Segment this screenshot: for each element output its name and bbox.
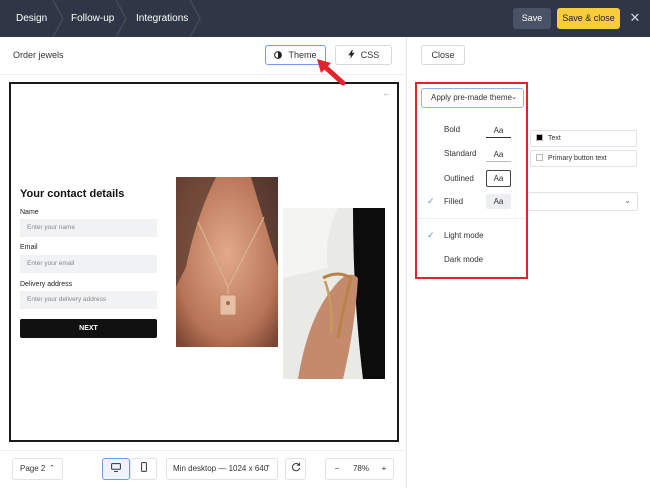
tab-separator (189, 0, 201, 37)
tab-follow-up[interactable]: Follow-up (71, 0, 114, 37)
email-label: Email (20, 244, 38, 251)
tab-separator (115, 0, 127, 37)
tab-design[interactable]: Design (16, 0, 47, 37)
page-selector[interactable]: Page 2 ⌃ (12, 458, 63, 480)
email-input[interactable]: Enter your email (20, 255, 157, 273)
tab-separator (52, 0, 64, 37)
theme-dropdown-menu: Apply pre-made theme ⌄ Bold Aa Standard … (415, 82, 528, 279)
theme-style-label: Standard (444, 149, 477, 158)
zoom-out-button[interactable]: − (331, 459, 343, 479)
canvas-size-selector[interactable]: Min desktop — 1024 x 640 ⌃ (166, 458, 278, 480)
bracelet-photo (283, 208, 385, 379)
divider (0, 450, 406, 451)
rotate-button[interactable] (285, 458, 306, 480)
theme-style-label: Bold (444, 125, 461, 134)
checkmark-icon: ✓ (427, 196, 435, 206)
theme-style-outlined[interactable]: Outlined Aa (417, 169, 526, 189)
css-button-label: CSS (360, 50, 380, 60)
theme-style-label: Outlined (444, 174, 474, 183)
save-and-close-button[interactable]: Save & close (557, 8, 620, 29)
dark-mode-option[interactable]: Dark mode (417, 250, 526, 270)
form-title: Your contact details (20, 188, 125, 200)
contrast-icon (274, 46, 283, 64)
form-preview-canvas: ← Your contact details Name Enter your n… (9, 82, 399, 442)
text-color-swatch (536, 134, 543, 141)
chevron-up-icon: ⌃ (49, 465, 55, 472)
rotate-icon (291, 462, 301, 473)
text-color-field[interactable]: Text (530, 130, 637, 147)
font-select[interactable]: ⌄ (526, 192, 638, 211)
divider (417, 218, 526, 219)
panel-divider (406, 37, 407, 488)
name-input[interactable]: Enter your name (20, 219, 157, 237)
necklace-photo (176, 177, 278, 347)
text-color-label: Text (548, 135, 561, 142)
theme-style-label: Filled (444, 197, 464, 206)
chevron-down-icon: ⌄ (624, 196, 631, 205)
theme-style-standard[interactable]: Standard Aa (417, 144, 526, 164)
zoom-level: 78% (352, 464, 369, 473)
page-selector-label: Page 2 (20, 464, 46, 473)
primary-button-text-color-field[interactable]: Primary button text (530, 150, 637, 167)
style-preview: Aa (486, 194, 511, 209)
close-panel-button[interactable]: Close (421, 45, 465, 65)
checkmark-icon: ✓ (427, 230, 435, 240)
zoom-in-button[interactable]: + (378, 459, 390, 479)
zoom-control: − 78% + (325, 458, 394, 480)
mobile-icon (140, 462, 147, 473)
annotation-arrow-icon (313, 57, 349, 89)
desktop-icon (111, 463, 121, 473)
canvas-size-label: Min desktop — 1024 x 640 (173, 464, 269, 473)
name-label: Name (20, 209, 39, 216)
light-mode-option[interactable]: ✓ Light mode (417, 226, 526, 246)
primary-button-text-swatch (536, 154, 543, 161)
back-arrow-icon[interactable]: ← (382, 88, 391, 98)
desktop-view-button[interactable] (102, 458, 130, 480)
style-preview: Aa (486, 123, 511, 138)
close-icon[interactable]: ✕ (628, 10, 642, 26)
mode-label: Dark mode (444, 255, 484, 264)
mobile-view-button[interactable] (130, 458, 157, 480)
style-preview: Aa (486, 170, 511, 187)
chevron-up-icon: ⌃ (265, 465, 271, 472)
apply-premade-theme-label: Apply pre-made theme (431, 93, 512, 102)
top-navigation-bar: Design Follow-up Integrations Save Save … (0, 0, 650, 37)
primary-button-text-label: Primary button text (548, 155, 607, 162)
document-title: Order jewels (13, 50, 64, 60)
save-button[interactable]: Save (513, 8, 551, 29)
style-preview: Aa (486, 147, 511, 162)
theme-style-filled[interactable]: ✓ Filled Aa (417, 192, 526, 212)
theme-style-bold[interactable]: Bold Aa (417, 120, 526, 140)
delivery-address-input[interactable]: Enter your delivery address (20, 291, 157, 309)
delivery-address-label: Delivery address (20, 281, 73, 288)
chevron-down-icon: ⌄ (511, 94, 517, 101)
apply-premade-theme-button[interactable]: Apply pre-made theme ⌄ (421, 88, 524, 108)
next-button[interactable]: NEXT (20, 319, 157, 338)
tab-integrations[interactable]: Integrations (136, 0, 188, 37)
mode-label: Light mode (444, 231, 484, 240)
